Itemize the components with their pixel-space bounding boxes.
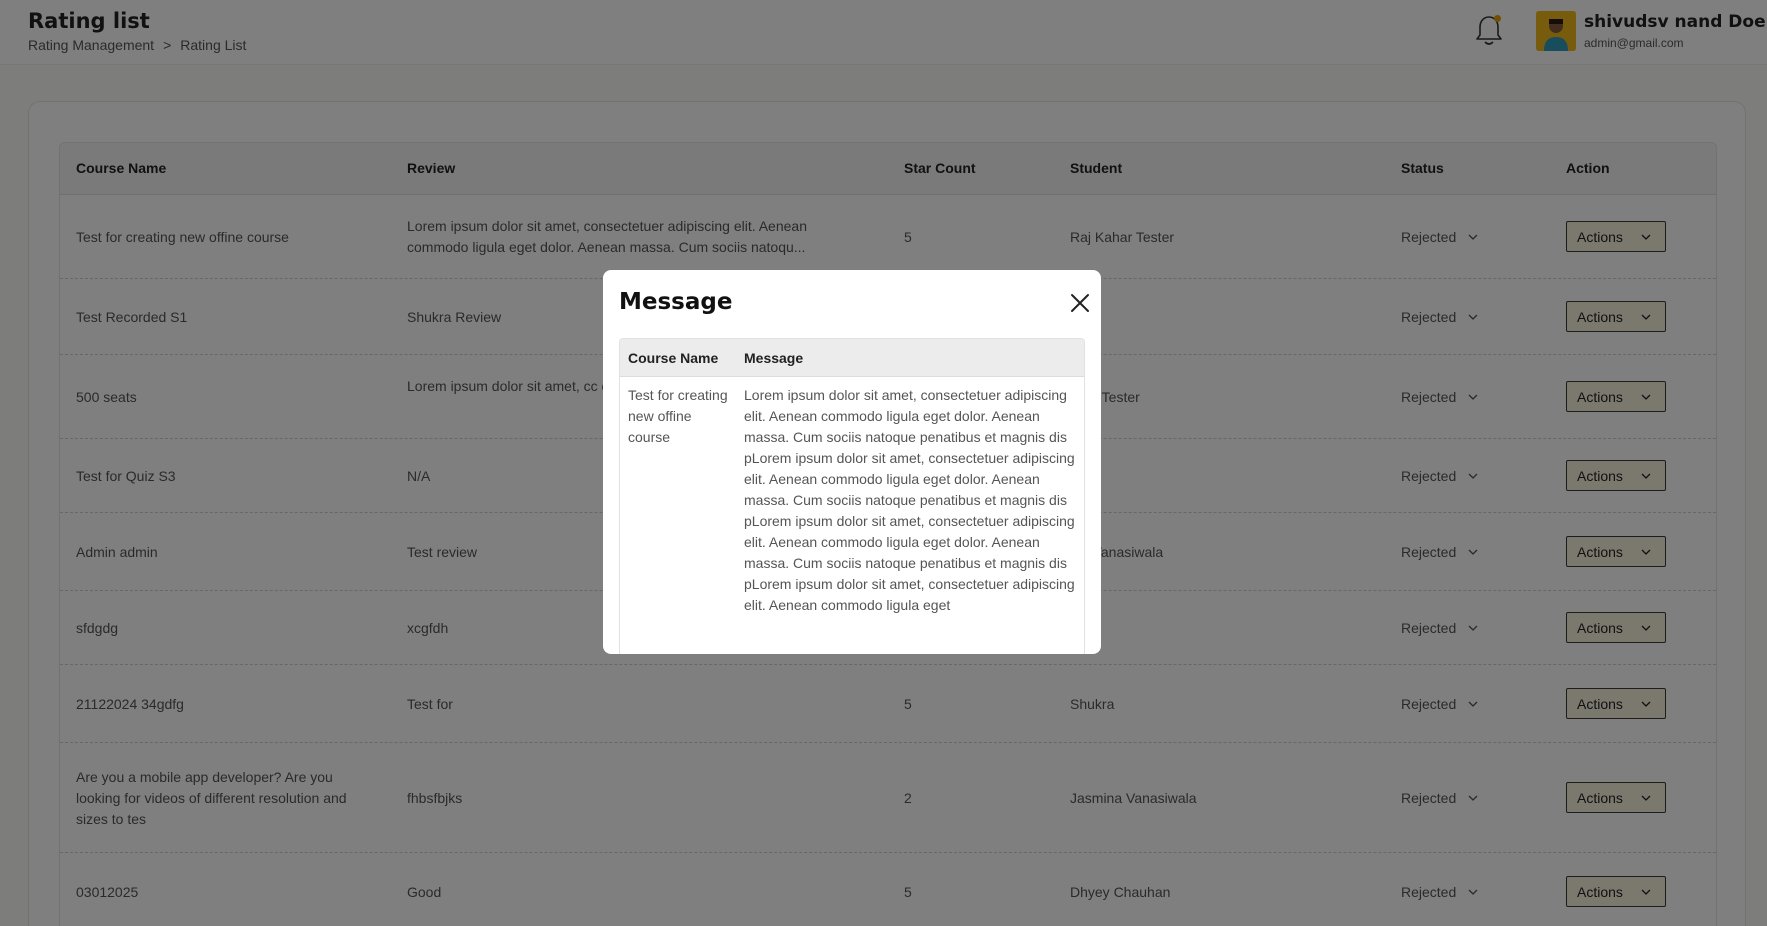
modal-title: Message (619, 289, 733, 315)
message-text: Lorem ipsum dolor sit amet, consectetuer… (744, 387, 1075, 613)
close-icon[interactable] (1069, 292, 1091, 314)
message-table-header: Course Name Message (620, 339, 1084, 377)
message-modal: Message Course Name Message Test for cre… (603, 270, 1101, 654)
message-table: Course Name Message Test for creating ne… (619, 338, 1085, 654)
column-header-message: Message (744, 350, 804, 366)
column-header-course-name: Course Name (628, 350, 719, 366)
message-course-name: Test for creating new offine course (628, 387, 728, 445)
